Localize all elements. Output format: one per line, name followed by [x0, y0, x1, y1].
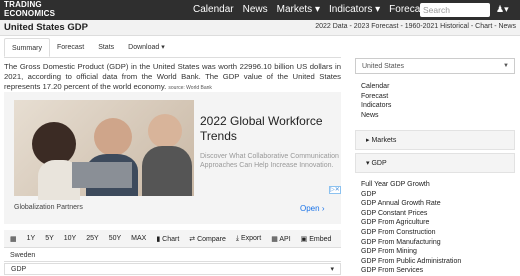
markets-label: Markets — [371, 137, 397, 144]
tab-stats[interactable]: Stats — [91, 38, 121, 57]
export-button-label: Export — [240, 234, 262, 242]
list-item[interactable]: GDP From Public Administration — [361, 257, 461, 267]
gdp-label: GDP — [371, 160, 387, 167]
logo[interactable]: TRADING ECONOMICS — [4, 0, 56, 18]
main-menu: Calendar News Markets ▾ Indicators ▾ For… — [193, 3, 441, 17]
chart-button-label: Chart — [162, 235, 180, 243]
title-bar: United States GDP 2022 Data - 2023 Forec… — [0, 20, 520, 36]
nav-indicators[interactable]: Indicators ▾ — [329, 3, 380, 17]
range-1y-button[interactable]: 1Y — [27, 235, 36, 242]
search-input[interactable]: Search — [420, 3, 490, 17]
grid-icon: ▦ — [271, 235, 278, 243]
indicator-select[interactable]: GDP ▾ — [4, 263, 341, 275]
gdp-indicator-list: Full Year GDP Growth GDP GDP Annual Grow… — [361, 180, 461, 276]
embed-button-label: Embed — [309, 235, 332, 243]
tab-summary[interactable]: Summary — [4, 38, 50, 57]
sidebar-country-value: United States — [362, 63, 405, 70]
nav-news[interactable]: News — [243, 3, 268, 17]
list-item[interactable]: GDP From Services — [361, 266, 461, 276]
embed-button[interactable]: ▣ Embed — [301, 235, 332, 243]
list-item[interactable]: GDP Annual Growth Rate — [361, 199, 461, 209]
page-title: United States GDP — [4, 22, 88, 33]
api-button[interactable]: ▦ API — [271, 235, 290, 243]
top-navbar: TRADING ECONOMICS Calendar News Markets … — [0, 0, 520, 20]
tab-download[interactable]: Download ▾ — [121, 38, 172, 57]
gdp-panel-header[interactable]: ▾ GDP — [355, 153, 515, 173]
list-item[interactable]: Full Year GDP Growth — [361, 180, 461, 190]
chart-button[interactable]: ▮ Chart — [156, 235, 179, 243]
user-icon[interactable]: ♟▾ — [496, 4, 509, 15]
range-25y-button[interactable]: 25Y — [86, 235, 98, 242]
tab-download-label: Download — [128, 44, 160, 51]
export-button[interactable]: ⤓ Export — [236, 235, 261, 243]
range-5y-button[interactable]: 5Y — [45, 235, 54, 242]
nav-indicators-label: Indicators — [328, 4, 373, 15]
ad-open-button[interactable]: Open › — [300, 204, 324, 213]
advertisement[interactable]: ▷✕ 2022 Global Workforce Trends Discover… — [4, 92, 341, 224]
sidebar-country-select[interactable]: United States ▼ — [355, 58, 515, 74]
ad-open-label: Open — [300, 204, 320, 213]
ad-advertiser: Globalization Partners — [14, 204, 83, 211]
markets-panel-header[interactable]: ▸ Markets — [355, 130, 515, 150]
page-links[interactable]: 2022 Data - 2023 Forecast - 1960-2021 Hi… — [315, 23, 516, 30]
country-compare-select[interactable]: Sweden — [4, 250, 341, 262]
range-50y-button[interactable]: 50Y — [109, 235, 121, 242]
ad-headline: 2022 Global Workforce Trends — [200, 114, 323, 143]
compare-button-label: Compare — [197, 235, 226, 243]
calendar-icon[interactable]: ▦ — [10, 235, 17, 243]
list-item[interactable]: GDP From Mining — [361, 247, 461, 257]
logo-line2: ECONOMICS — [4, 8, 56, 18]
caret-down-icon: ▾ — [372, 4, 381, 15]
chart-toolbar: ▦ 1Y 5Y 10Y 25Y 50Y MAX ▮ Chart ⇄ Compar… — [4, 230, 341, 248]
summary-paragraph: The Gross Domestic Product (GDP) in the … — [4, 62, 341, 93]
ad-subtext: Discover What Collaborative Communicatio… — [200, 153, 339, 169]
chevron-right-icon: › — [321, 204, 325, 213]
list-item[interactable]: GDP From Manufacturing — [361, 238, 461, 248]
nav-markets-label: Markets — [276, 4, 313, 15]
list-item[interactable]: GDP Constant Prices — [361, 209, 461, 219]
caret-down-icon: ▾ — [159, 44, 165, 51]
nav-calendar[interactable]: Calendar — [193, 3, 234, 17]
caret-right-icon: ▸ — [366, 137, 370, 144]
compare-button[interactable]: ⇄ Compare — [189, 235, 226, 243]
ad-choices-icon[interactable]: ▷✕ — [329, 186, 341, 194]
chevron-down-icon: ▼ — [503, 63, 509, 69]
summary-source: source: World Bank — [168, 85, 212, 91]
ad-image — [14, 100, 194, 200]
embed-icon: ▣ — [300, 235, 308, 243]
bar-chart-icon: ▮ — [156, 235, 161, 243]
sidebar-links: Calendar Forecast Indicators News — [355, 82, 515, 120]
compare-icon: ⇄ — [189, 235, 196, 243]
range-max-button[interactable]: MAX — [131, 235, 146, 242]
sidebar-link-news[interactable]: News — [361, 111, 515, 121]
range-10y-button[interactable]: 10Y — [64, 235, 76, 242]
download-icon: ⤓ — [235, 234, 239, 242]
caret-down-icon: ▾ — [366, 160, 370, 167]
list-item[interactable]: GDP — [361, 190, 461, 200]
nav-markets[interactable]: Markets ▾ — [277, 3, 320, 17]
content-tabs: Summary Forecast Stats Download ▾ — [4, 38, 341, 58]
list-item[interactable]: GDP From Construction — [361, 228, 461, 238]
list-item[interactable]: GDP From Agriculture — [361, 218, 461, 228]
chevron-down-icon: ▾ — [330, 266, 334, 273]
caret-down-icon: ▾ — [312, 4, 320, 15]
api-button-label: API — [279, 235, 291, 243]
sidebar-link-indicators[interactable]: Indicators — [361, 101, 515, 111]
sidebar-link-calendar[interactable]: Calendar — [361, 82, 515, 92]
tab-forecast[interactable]: Forecast — [50, 38, 91, 57]
sidebar: United States ▼ Calendar Forecast Indicat… — [355, 58, 515, 120]
sidebar-link-forecast[interactable]: Forecast — [361, 92, 515, 102]
